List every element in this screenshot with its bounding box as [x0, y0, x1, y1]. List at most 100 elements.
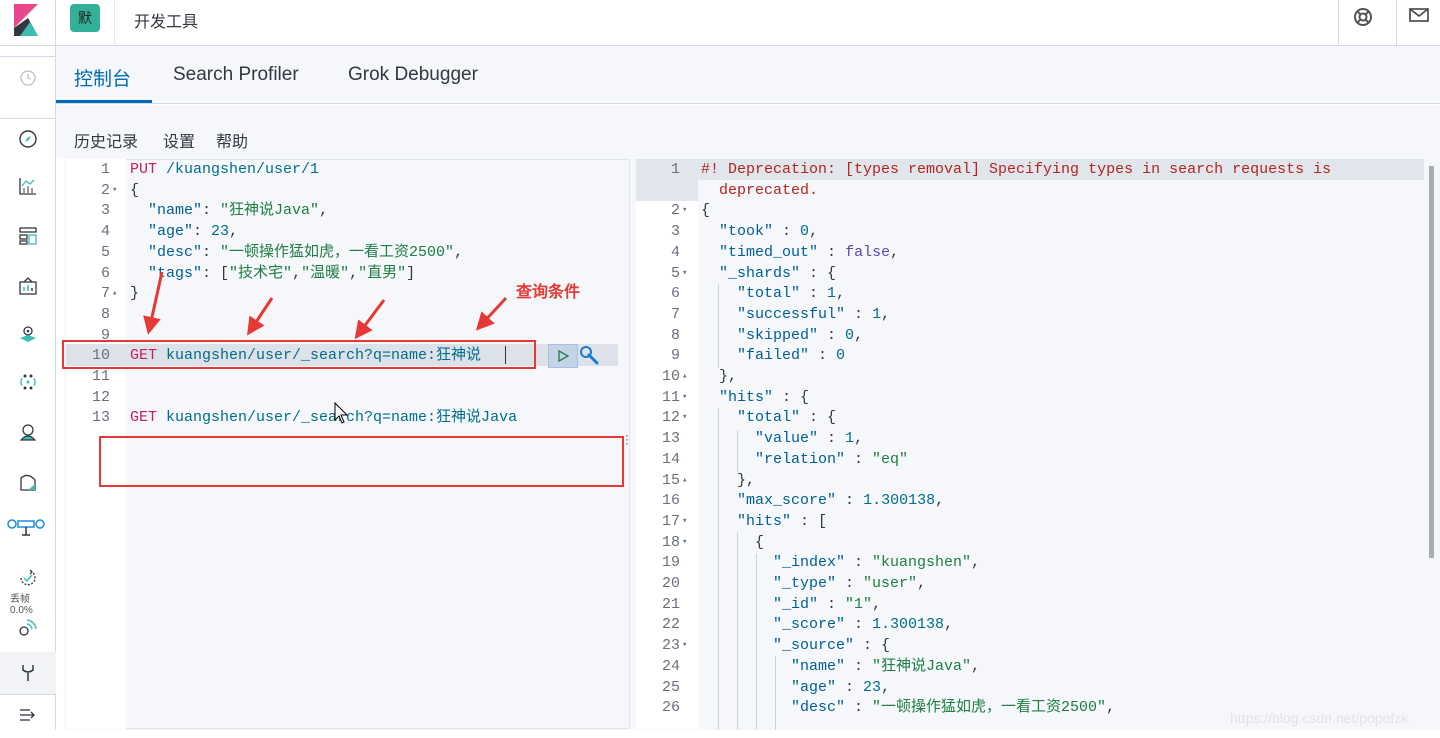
- collapse-menu-icon: [20, 708, 35, 721]
- response-code-line: "_score" : 1.300138,: [701, 614, 953, 635]
- fps-monitor-icon: [7, 519, 45, 536]
- response-line-number: 26: [661, 699, 680, 717]
- arrow-3: [354, 299, 386, 340]
- token-key: "hits": [719, 388, 774, 406]
- fold-collapse-icon[interactable]: ▾: [682, 387, 687, 408]
- token-punc: [701, 492, 737, 509]
- response-line-number: 19: [661, 554, 680, 572]
- token-punc: :: [845, 305, 873, 323]
- token-punc: :: [818, 326, 846, 344]
- annotation-arrows: [143, 271, 508, 340]
- response-scrollbar[interactable]: [1429, 166, 1434, 558]
- indent-guide: [775, 656, 776, 738]
- response-code-line: {: [701, 200, 710, 221]
- token-punc: : {: [800, 264, 837, 282]
- fold-collapse-icon[interactable]: ▾: [682, 532, 687, 553]
- token-num: 23: [863, 678, 882, 696]
- response-line-number: 23: [661, 637, 680, 655]
- token-key: "_shards": [719, 264, 801, 282]
- fold-expand-icon[interactable]: ▴: [682, 366, 687, 387]
- token-punc: ,: [917, 575, 927, 592]
- response-code-line: "_type" : "user",: [701, 573, 926, 594]
- token-num: 0: [800, 223, 810, 241]
- token-key: "age": [791, 678, 837, 696]
- token-punc: ,: [872, 595, 882, 613]
- token-punc: ,: [971, 554, 981, 572]
- token-warn: #! Deprecation: [types removal] Specifyi…: [701, 161, 1332, 178]
- arrow-4: [475, 296, 508, 331]
- response-line-number: 17: [661, 512, 680, 530]
- response-code-line: "max_score" : 1.300138,: [701, 490, 944, 511]
- token-num: 0: [845, 326, 855, 344]
- fold-collapse-icon[interactable]: ▾: [682, 263, 687, 284]
- response-line-number: 21: [661, 595, 680, 613]
- response-code-line: "hits" : {: [701, 387, 809, 408]
- token-num: 1: [827, 285, 837, 303]
- token-num: 0: [836, 347, 846, 365]
- response-code-line: "_shards" : {: [701, 263, 836, 284]
- token-punc: [701, 409, 737, 426]
- response-code-line: "_source" : {: [701, 635, 890, 656]
- token-str: "1": [845, 595, 873, 613]
- token-key: "successful": [737, 305, 846, 323]
- token-key: "took": [719, 223, 774, 241]
- dev-tools-wrench-icon: [22, 665, 34, 681]
- token-punc: ,: [944, 616, 954, 634]
- nav-logs[interactable]: [0, 462, 56, 502]
- nav-siem[interactable]: [0, 608, 56, 648]
- token-punc: ,: [854, 430, 864, 448]
- indent-guide: [737, 532, 738, 738]
- token-punc: :: [809, 347, 837, 365]
- indent-guide: [756, 554, 757, 738]
- fold-collapse-icon[interactable]: ▾: [682, 635, 687, 656]
- fold-collapse-icon[interactable]: ▾: [682, 407, 687, 428]
- token-key: "_id": [773, 595, 819, 613]
- response-code-line: {: [701, 532, 764, 553]
- nav-dev-tools[interactable]: [0, 652, 56, 694]
- token-punc: ,: [854, 326, 864, 344]
- token-punc: ,: [881, 305, 891, 323]
- token-punc: :: [836, 575, 864, 592]
- token-punc: ,: [809, 223, 819, 241]
- token-punc: :: [845, 616, 873, 634]
- fold-collapse-icon[interactable]: ▾: [682, 200, 687, 221]
- token-key: "_type": [773, 575, 837, 592]
- token-punc: :: [818, 243, 846, 261]
- token-punc: [701, 389, 719, 406]
- bottom-strip: [0, 730, 1440, 738]
- help-button[interactable]: [1338, 0, 1386, 46]
- newsfeed-button[interactable]: [1396, 0, 1440, 46]
- panel-resize-handle[interactable]: · · ·: [625, 429, 629, 449]
- fold-expand-icon[interactable]: ▴: [682, 470, 687, 491]
- nav-collapse[interactable]: [0, 694, 56, 734]
- token-num: 1: [872, 305, 882, 323]
- response-line-number: 15: [661, 471, 680, 489]
- token-str: "eq": [872, 450, 909, 468]
- response-line-number: 24: [661, 657, 680, 675]
- token-punc: },: [701, 471, 756, 489]
- nav-apm[interactable]: [0, 508, 56, 548]
- token-punc: :: [800, 285, 828, 303]
- fold-collapse-icon[interactable]: ▾: [682, 511, 687, 532]
- response-code-line: "failed" : 0: [701, 345, 845, 366]
- token-punc: [701, 265, 719, 282]
- token-punc: : {: [800, 409, 837, 427]
- token-punc: :: [845, 699, 873, 717]
- response-code-line: #! Deprecation: [types removal] Specifyi…: [701, 159, 1331, 180]
- nav-uptime[interactable]: [0, 558, 56, 598]
- token-key: "_score": [773, 616, 846, 634]
- token-punc: [701, 430, 755, 447]
- token-key: "desc": [791, 699, 846, 717]
- arrow-2: [247, 297, 274, 336]
- token-str: "user": [863, 575, 918, 592]
- token-punc: ,: [971, 657, 981, 675]
- token-key: "skipped": [737, 326, 819, 344]
- token-num: 1.300138: [863, 492, 936, 510]
- response-line-number: 14: [661, 450, 680, 468]
- response-line-number: 18: [661, 533, 680, 551]
- logs-icon: [20, 474, 36, 491]
- token-warn: deprecated.: [701, 181, 819, 199]
- token-punc: [701, 679, 791, 696]
- token-punc: },: [701, 368, 738, 385]
- token-punc: [701, 699, 791, 716]
